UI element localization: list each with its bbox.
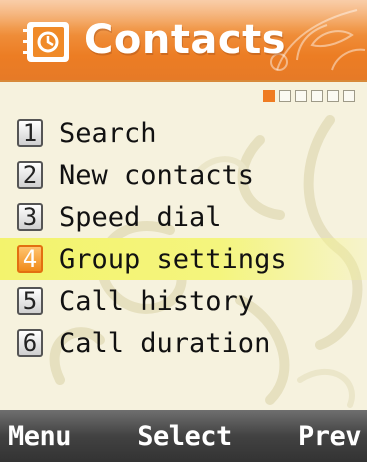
prev-softkey[interactable]: Prev xyxy=(298,421,362,452)
number-key-6: 6 xyxy=(17,329,43,357)
menu-item-label: Call duration xyxy=(59,327,271,359)
phone-screen: Contacts 1 Search 2 New contacts 3 Speed… xyxy=(0,0,367,462)
contacts-menu: 1 Search 2 New contacts 3 Speed dial 4 G… xyxy=(0,112,367,364)
menu-item-label: Search xyxy=(59,117,157,149)
menu-item-label: Speed dial xyxy=(59,201,222,233)
select-softkey[interactable]: Select xyxy=(137,421,232,452)
page-dot xyxy=(343,90,355,102)
number-key-2: 2 xyxy=(17,161,43,189)
number-key-5: 5 xyxy=(17,287,43,315)
menu-softkey[interactable]: Menu xyxy=(8,421,72,452)
title-bar: Contacts xyxy=(0,0,367,82)
menu-item-label: Group settings xyxy=(59,243,287,275)
page-dot xyxy=(327,90,339,102)
menu-item-call-duration[interactable]: 6 Call duration xyxy=(0,322,367,364)
address-book-icon xyxy=(23,22,69,62)
number-key-4: 4 xyxy=(17,245,43,273)
softkey-bar: Menu Select Prev xyxy=(0,410,367,462)
menu-item-call-history[interactable]: 5 Call history xyxy=(0,280,367,322)
page-indicator xyxy=(263,90,355,104)
menu-item-label: New contacts xyxy=(59,159,255,191)
menu-item-new-contacts[interactable]: 2 New contacts xyxy=(0,154,367,196)
page-dot-active xyxy=(263,90,275,102)
page-dot xyxy=(295,90,307,102)
page-dot xyxy=(279,90,291,102)
menu-item-group-settings[interactable]: 4 Group settings xyxy=(0,238,367,280)
app-title: Contacts xyxy=(84,17,287,63)
page-dot xyxy=(311,90,323,102)
number-key-3: 3 xyxy=(17,203,43,231)
menu-item-speed-dial[interactable]: 3 Speed dial xyxy=(0,196,367,238)
menu-item-search[interactable]: 1 Search xyxy=(0,112,367,154)
number-key-1: 1 xyxy=(17,119,43,147)
menu-item-label: Call history xyxy=(59,285,255,317)
